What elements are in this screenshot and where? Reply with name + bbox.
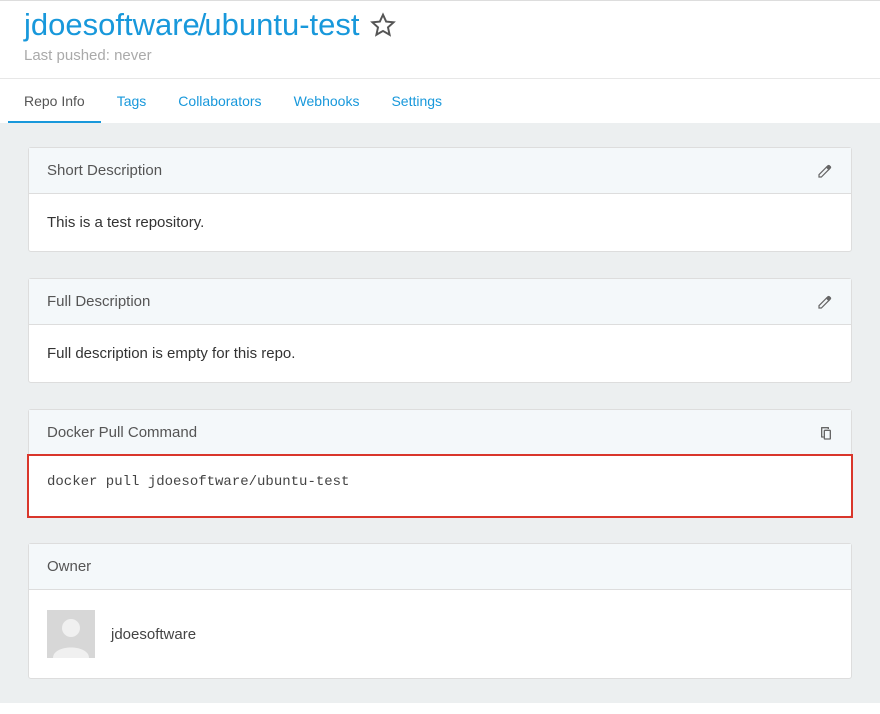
owner-row: jdoesoftware (47, 610, 833, 658)
tab-bar: Repo Info Tags Collaborators Webhooks Se… (0, 78, 880, 123)
panel-title: Short Description (47, 162, 162, 179)
repo-header: jdoesoftware/ubuntu-test Last pushed: ne… (0, 0, 880, 78)
docker-pull-command: docker pull jdoesoftware/ubuntu-test (29, 456, 851, 516)
panel-full-description: Full Description Full description is emp… (28, 278, 852, 383)
owner-name: jdoesoftware (111, 626, 196, 643)
owner-body: jdoesoftware (29, 590, 851, 678)
edit-icon[interactable] (817, 294, 833, 310)
panel-header-docker-pull: Docker Pull Command (29, 410, 851, 456)
panel-docker-pull: Docker Pull Command docker pull jdoesoft… (28, 409, 852, 517)
star-icon[interactable] (370, 12, 396, 38)
repo-name-link[interactable]: ubuntu-test (204, 7, 359, 42)
content-area: Short Description This is a test reposit… (0, 123, 880, 703)
panel-header-full-description: Full Description (29, 279, 851, 325)
last-pushed-label: Last pushed: never (24, 47, 856, 64)
panel-header-owner: Owner (29, 544, 851, 590)
panel-header-short-description: Short Description (29, 148, 851, 194)
repo-namespace-link[interactable]: jdoesoftware (24, 7, 200, 42)
repo-title: jdoesoftware/ubuntu-test (24, 7, 856, 43)
panel-title: Docker Pull Command (47, 424, 197, 441)
tab-webhooks[interactable]: Webhooks (278, 79, 376, 123)
tab-settings[interactable]: Settings (375, 79, 458, 123)
panel-title: Owner (47, 558, 91, 575)
tab-collaborators[interactable]: Collaborators (162, 79, 277, 123)
tab-repo-info[interactable]: Repo Info (8, 79, 101, 123)
full-description-text: Full description is empty for this repo. (29, 325, 851, 382)
panel-short-description: Short Description This is a test reposit… (28, 147, 852, 252)
panel-title: Full Description (47, 293, 150, 310)
copy-icon[interactable] (817, 425, 833, 441)
edit-icon[interactable] (817, 163, 833, 179)
short-description-text: This is a test repository. (29, 194, 851, 251)
tab-tags[interactable]: Tags (101, 79, 163, 123)
avatar (47, 610, 95, 658)
panel-owner: Owner jdoesoftware (28, 543, 852, 679)
